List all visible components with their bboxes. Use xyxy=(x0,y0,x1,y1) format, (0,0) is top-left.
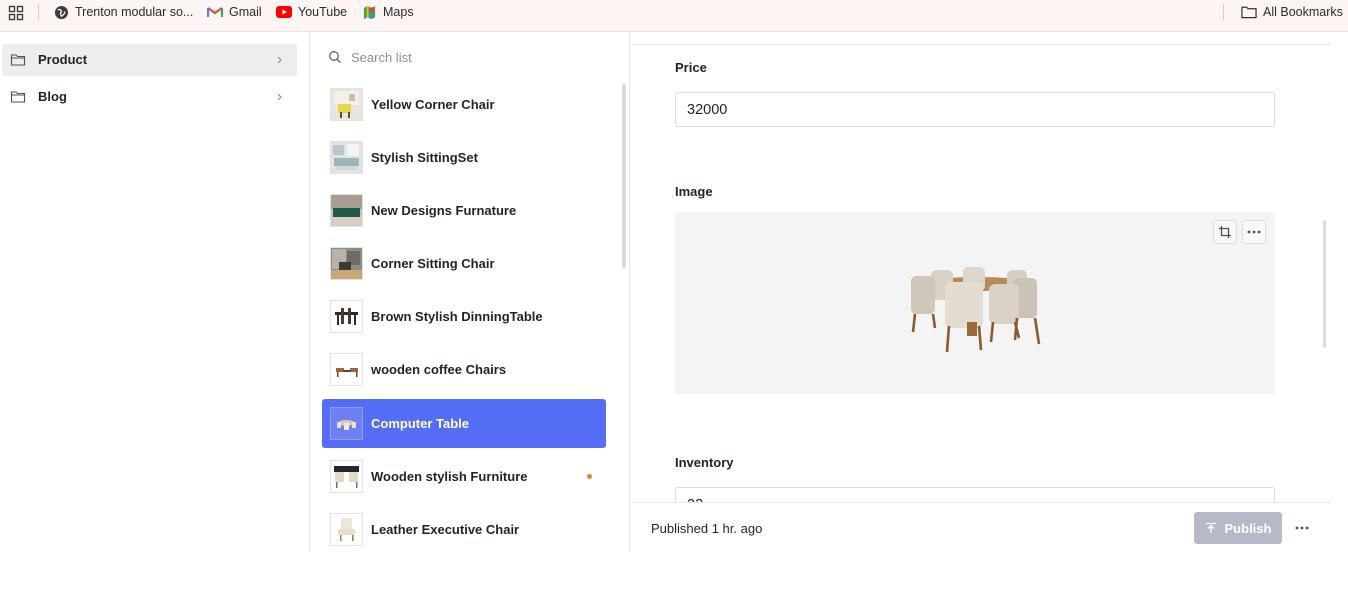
publish-status: Published 1 hr. ago xyxy=(651,521,763,536)
document-editor: Price Image Inventory xyxy=(631,32,1348,502)
globe-icon xyxy=(53,4,69,20)
maps-icon xyxy=(361,4,377,20)
inventory-input[interactable] xyxy=(675,487,1275,502)
list-item-title: Computer Table xyxy=(371,416,469,431)
all-bookmarks-button[interactable]: All Bookmarks xyxy=(1241,2,1343,22)
bookmark-gmail[interactable]: Gmail xyxy=(207,2,262,22)
product-thumbnail xyxy=(330,247,363,280)
publish-label: Publish xyxy=(1224,520,1272,536)
product-image xyxy=(911,267,1041,353)
editor-divider xyxy=(631,44,1331,45)
list-item-title: wooden coffee Chairs xyxy=(371,362,507,377)
more-actions-button[interactable] xyxy=(1292,518,1312,538)
chevron-right-icon xyxy=(277,93,282,101)
bookmarks-separator xyxy=(1223,4,1224,20)
ellipsis-icon xyxy=(1247,230,1261,234)
product-thumbnail xyxy=(330,407,363,440)
bookmark-maps[interactable]: Maps xyxy=(361,2,414,22)
inventory-label: Inventory xyxy=(675,455,734,470)
image-field[interactable] xyxy=(675,212,1275,394)
unpublished-changes-indicator xyxy=(587,474,592,479)
list-item-selected[interactable]: Computer Table xyxy=(322,399,606,448)
product-thumbnail xyxy=(330,141,363,174)
all-bookmarks-label: All Bookmarks xyxy=(1263,5,1343,19)
bookmark-youtube[interactable]: YouTube xyxy=(276,2,347,22)
list-item-title: Wooden stylish Furniture xyxy=(371,469,528,484)
gmail-icon xyxy=(207,4,223,20)
ellipsis-icon xyxy=(1295,526,1309,530)
list-item-title: Corner Sitting Chair xyxy=(371,256,495,271)
nav-item-blog[interactable]: Blog xyxy=(2,81,297,113)
product-thumbnail xyxy=(330,194,363,227)
apps-grid-icon[interactable] xyxy=(8,5,24,21)
search-bar xyxy=(328,46,608,68)
nav-item-label: Product xyxy=(38,52,88,67)
list-item-title: Stylish SittingSet xyxy=(371,150,478,165)
nav-item-product[interactable]: Product xyxy=(2,44,297,76)
bookmark-trenton[interactable]: Trenton modular so... xyxy=(53,2,193,22)
list-item-title: Brown Stylish DinningTable xyxy=(371,309,543,324)
search-icon xyxy=(329,51,341,63)
list-item[interactable]: Leather Executive Chair xyxy=(322,505,606,554)
structure-nav: Product Blog xyxy=(0,32,310,552)
document-footer: Published 1 hr. ago Publish xyxy=(631,502,1331,552)
price-label: Price xyxy=(675,60,707,75)
folder-icon xyxy=(10,91,26,103)
product-thumbnail xyxy=(330,513,363,546)
search-input[interactable] xyxy=(351,49,591,65)
document-list-pane: Yellow Corner Chair Stylish SittingSet N… xyxy=(310,32,630,552)
list-item[interactable]: Wooden stylish Furniture xyxy=(322,452,606,501)
list-item-title: Yellow Corner Chair xyxy=(371,97,495,112)
publish-button[interactable]: Publish xyxy=(1194,512,1282,544)
list-item-title: Leather Executive Chair xyxy=(371,522,520,537)
bookmark-label: Gmail xyxy=(229,5,262,19)
list-item[interactable]: Corner Sitting Chair xyxy=(322,239,606,288)
product-thumbnail xyxy=(330,353,363,386)
bookmark-label: Trenton modular so... xyxy=(75,5,194,19)
crop-button[interactable] xyxy=(1213,220,1237,244)
list-item[interactable]: New Designs Furnature xyxy=(322,186,606,235)
product-thumbnail xyxy=(330,460,363,493)
list-item[interactable]: Brown Stylish DinningTable xyxy=(322,292,606,341)
list-item[interactable]: Stylish SittingSet xyxy=(322,133,606,182)
youtube-icon xyxy=(276,4,292,20)
nav-item-label: Blog xyxy=(38,89,67,104)
product-thumbnail xyxy=(330,300,363,333)
folder-icon xyxy=(10,54,26,66)
list-item[interactable]: wooden coffee Chairs xyxy=(322,345,606,394)
image-label: Image xyxy=(675,184,713,199)
price-input[interactable] xyxy=(675,92,1275,127)
editor-scrollbar[interactable] xyxy=(1323,220,1326,348)
crop-icon xyxy=(1219,226,1231,238)
chevron-right-icon xyxy=(277,56,282,64)
list-item[interactable]: Yellow Corner Chair xyxy=(322,80,606,129)
bookmarks-bar: Trenton modular so... Gmail YouTube Maps… xyxy=(0,0,1348,32)
list-item-title: New Designs Furnature xyxy=(371,203,517,218)
bookmarks-separator xyxy=(38,4,39,20)
publish-icon xyxy=(1205,522,1216,533)
folder-icon xyxy=(1241,4,1257,20)
bookmark-label: Maps xyxy=(383,5,414,19)
image-options-button[interactable] xyxy=(1242,220,1266,244)
list-scrollbar[interactable] xyxy=(622,84,626,268)
product-thumbnail xyxy=(330,88,363,121)
bookmark-label: YouTube xyxy=(298,5,348,19)
